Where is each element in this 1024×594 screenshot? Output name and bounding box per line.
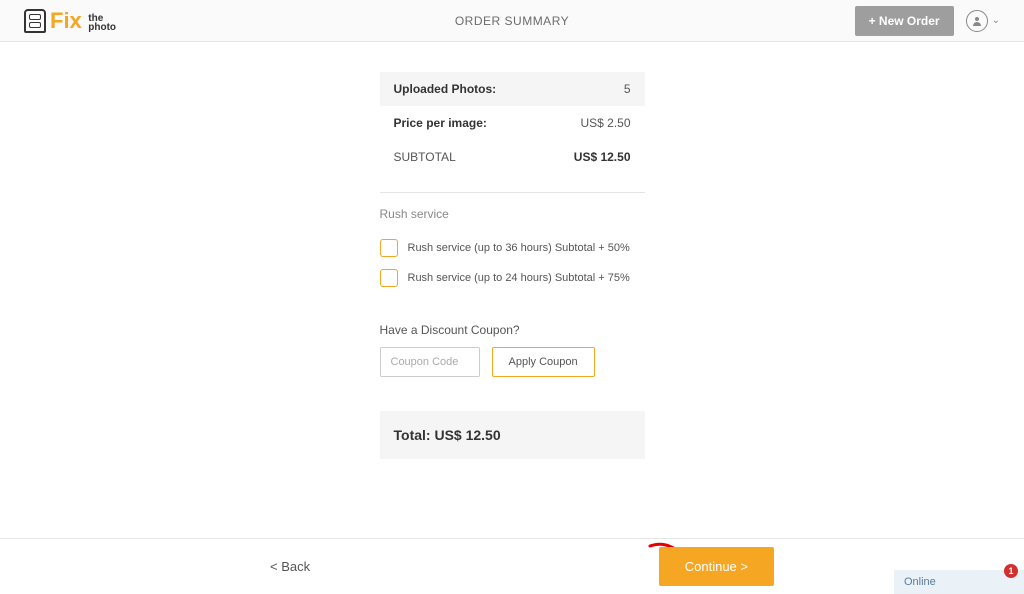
main-content: Uploaded Photos: 5 Price per image: US$ … bbox=[0, 42, 1024, 459]
rush-36h-checkbox[interactable] bbox=[380, 239, 398, 257]
price-per-image-row: Price per image: US$ 2.50 bbox=[380, 106, 645, 140]
coupon-row: Apply Coupon bbox=[380, 347, 645, 377]
footer: < Back Continue > bbox=[0, 538, 1024, 594]
rush-36h-label: Rush service (up to 36 hours) Subtotal +… bbox=[408, 242, 630, 254]
logo-text-fix: Fix bbox=[50, 8, 82, 33]
back-button[interactable]: < Back bbox=[270, 559, 310, 574]
order-summary-card: Uploaded Photos: 5 Price per image: US$ … bbox=[380, 72, 645, 459]
logo-text-sub: thephoto bbox=[88, 14, 116, 32]
coupon-code-input[interactable] bbox=[380, 347, 480, 377]
uploaded-photos-value: 5 bbox=[624, 82, 631, 96]
rush-service-title: Rush service bbox=[380, 207, 645, 233]
rush-24h-label: Rush service (up to 24 hours) Subtotal +… bbox=[408, 272, 630, 284]
subtotal-value: US$ 12.50 bbox=[574, 150, 631, 164]
apply-coupon-button[interactable]: Apply Coupon bbox=[492, 347, 595, 377]
uploaded-photos-row: Uploaded Photos: 5 bbox=[380, 72, 645, 106]
divider bbox=[380, 192, 645, 193]
chat-widget[interactable]: Online 1 bbox=[894, 570, 1024, 594]
user-icon bbox=[966, 10, 988, 32]
coupon-title: Have a Discount Coupon? bbox=[380, 323, 645, 337]
rush-option-36h-row: Rush service (up to 36 hours) Subtotal +… bbox=[380, 233, 645, 263]
price-per-image-value: US$ 2.50 bbox=[580, 116, 630, 130]
user-menu[interactable]: ⌄ bbox=[966, 10, 1000, 32]
continue-button[interactable]: Continue > bbox=[659, 547, 774, 586]
uploaded-photos-label: Uploaded Photos: bbox=[394, 82, 497, 96]
rush-24h-checkbox[interactable] bbox=[380, 269, 398, 287]
coupon-section: Have a Discount Coupon? Apply Coupon bbox=[380, 323, 645, 377]
header-right: + New Order ⌄ bbox=[855, 6, 1000, 36]
subtotal-row: SUBTOTAL US$ 12.50 bbox=[380, 140, 645, 174]
total-label: Total: US$ 12.50 bbox=[394, 427, 501, 443]
chevron-down-icon: ⌄ bbox=[992, 15, 1000, 26]
total-row: Total: US$ 12.50 bbox=[380, 411, 645, 459]
subtotal-label: SUBTOTAL bbox=[394, 150, 456, 164]
rush-option-24h-row: Rush service (up to 24 hours) Subtotal +… bbox=[380, 263, 645, 293]
logo-icon bbox=[24, 9, 46, 33]
price-per-image-label: Price per image: bbox=[394, 116, 487, 130]
chat-notification-badge: 1 bbox=[1004, 564, 1018, 578]
chat-status: Online bbox=[904, 576, 936, 588]
header: Fix thephoto ORDER SUMMARY + New Order ⌄ bbox=[0, 0, 1024, 42]
new-order-button[interactable]: + New Order bbox=[855, 6, 954, 36]
page-title: ORDER SUMMARY bbox=[455, 14, 569, 28]
logo[interactable]: Fix thephoto bbox=[24, 8, 116, 34]
